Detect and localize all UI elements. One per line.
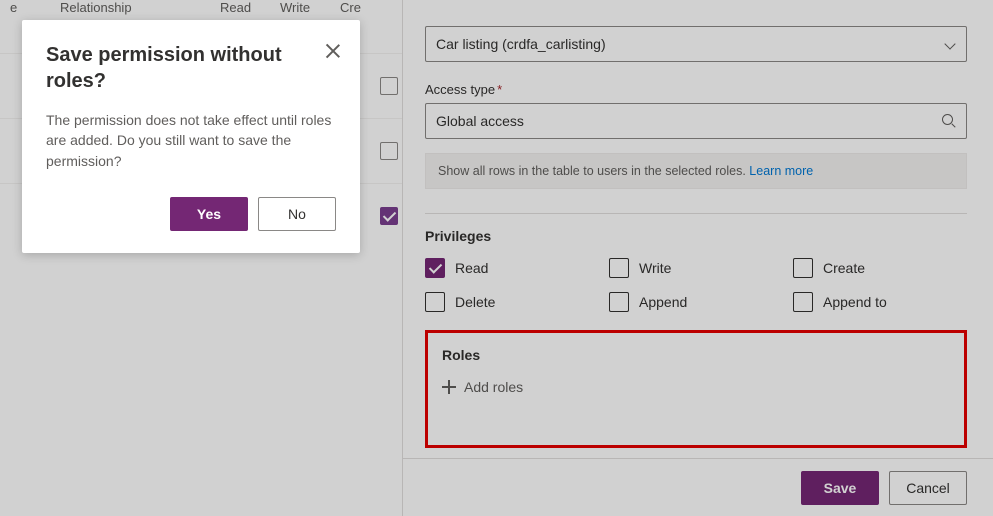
close-icon[interactable] xyxy=(324,42,342,60)
dialog-yes-button[interactable]: Yes xyxy=(170,197,248,231)
confirm-save-dialog: Save permission without roles? The permi… xyxy=(22,20,360,253)
dialog-title: Save permission without roles? xyxy=(46,42,336,94)
dialog-actions: Yes No xyxy=(46,197,336,231)
dialog-body: The permission does not take effect unti… xyxy=(46,110,336,171)
dialog-no-button[interactable]: No xyxy=(258,197,336,231)
